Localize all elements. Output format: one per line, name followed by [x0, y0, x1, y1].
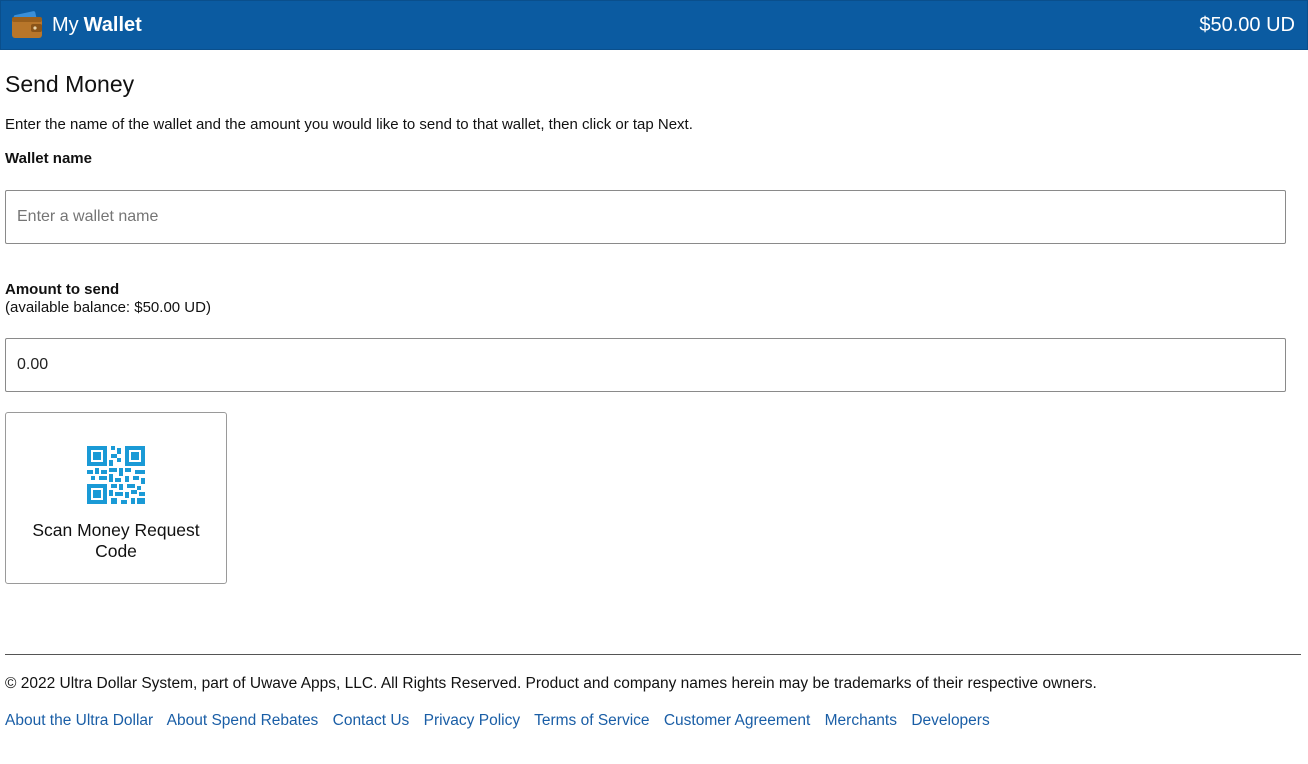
footer-links: About the Ultra Dollar About Spend Rebat…: [5, 712, 1000, 730]
send-money-form: Send Money Enter the name of the wallet …: [5, 68, 1286, 584]
wallet-name-input[interactable]: [5, 190, 1286, 244]
brand[interactable]: My Wallet: [1, 1, 142, 49]
qr-code-icon: [87, 446, 145, 504]
footer-link-contact-us[interactable]: Contact Us: [333, 712, 410, 729]
instructions-text: Enter the name of the wallet and the amo…: [5, 116, 693, 133]
app-title-prefix: My: [52, 13, 79, 36]
app-title-main: Wallet: [83, 13, 142, 36]
footer-link-about-ultra-dollar[interactable]: About the Ultra Dollar: [5, 712, 153, 729]
footer-link-developers[interactable]: Developers: [911, 712, 989, 729]
footer-divider: [5, 654, 1301, 655]
footer-link-merchants[interactable]: Merchants: [825, 712, 897, 729]
scan-money-request-button[interactable]: Scan Money Request Code: [5, 412, 227, 584]
available-balance-text: (available balance: $50.00 UD): [5, 299, 211, 316]
amount-label: Amount to send: [5, 281, 120, 298]
footer-link-about-spend-rebates[interactable]: About Spend Rebates: [167, 712, 319, 729]
app-title: My Wallet: [52, 14, 142, 37]
copyright-text: © 2022 Ultra Dollar System, part of Uwav…: [5, 675, 1097, 692]
wallet-icon: [12, 11, 42, 38]
footer-link-privacy-policy[interactable]: Privacy Policy: [424, 712, 520, 729]
footer-link-terms-of-service[interactable]: Terms of Service: [534, 712, 649, 729]
amount-input[interactable]: [5, 338, 1286, 392]
wallet-name-label: Wallet name: [5, 150, 92, 167]
scan-button-label: Scan Money Request Code: [32, 520, 200, 561]
top-bar: My Wallet $50.00 UD: [0, 0, 1308, 50]
footer-link-customer-agreement[interactable]: Customer Agreement: [664, 712, 810, 729]
header-balance: $50.00 UD: [1199, 13, 1295, 36]
page-title: Send Money: [5, 71, 135, 97]
